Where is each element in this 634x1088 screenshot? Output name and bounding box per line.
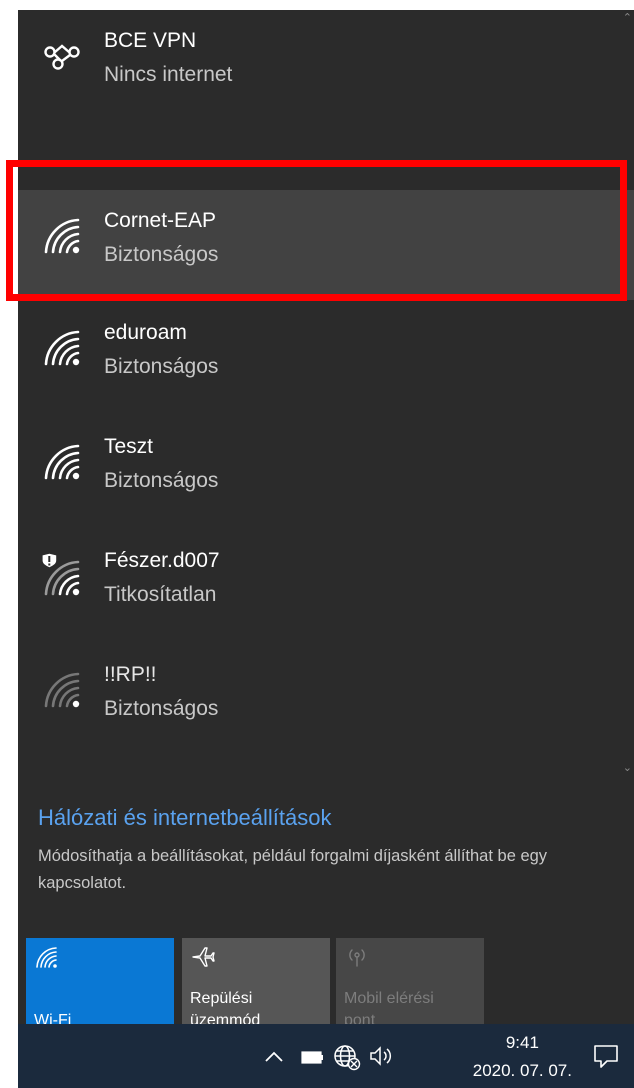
- globe-network-icon[interactable]: [332, 1042, 362, 1072]
- wifi-icon: [44, 330, 80, 366]
- network-item-eduroam[interactable]: eduroam Biztonságos: [18, 302, 634, 412]
- network-settings-link[interactable]: Hálózati és internetbeállítások: [38, 804, 332, 832]
- action-center-icon[interactable]: [592, 1042, 620, 1070]
- taskbar: 9:41 2020. 07. 07.: [18, 1024, 634, 1088]
- network-name: Fészer.d007: [104, 549, 220, 572]
- network-item-feszer[interactable]: Fészer.d007 Titkosítatlan: [18, 530, 634, 640]
- network-name: !!RP!!: [104, 663, 157, 686]
- volume-icon[interactable]: [368, 1044, 396, 1068]
- chevron-up-icon[interactable]: [263, 1046, 285, 1068]
- network-item-rp[interactable]: !!RP!! Biztonságos: [18, 644, 634, 754]
- battery-icon[interactable]: [300, 1046, 326, 1068]
- wifi-toggle-tile[interactable]: Wi-Fi: [26, 938, 174, 1024]
- wifi-tile-label: Wi-Fi: [34, 1012, 72, 1024]
- airplane-label-line2: üzemmód: [190, 1012, 261, 1024]
- wifi-unsecured-icon: [42, 553, 80, 596]
- vpn-icon: [44, 44, 80, 70]
- clock-date: 2020. 07. 07.: [472, 1061, 572, 1080]
- hotspot-icon: [349, 949, 365, 967]
- hotspot-label-line2: pont: [344, 1012, 376, 1024]
- network-item-teszt[interactable]: Teszt Biztonságos: [18, 416, 634, 526]
- scroll-down-arrow-icon[interactable]: ⌄: [623, 762, 632, 774]
- wifi-weak-icon: [44, 672, 80, 708]
- network-status: Biztonságos: [104, 697, 219, 720]
- mobile-hotspot-tile[interactable]: Mobil elérési pont: [336, 938, 484, 1024]
- network-status: Titkosítatlan: [104, 583, 217, 606]
- network-settings-description: Módosíthatja a beállításokat, például fo…: [38, 847, 548, 892]
- network-status: Biztonságos: [104, 355, 219, 378]
- screenshot-page: BCE VPN Nincs internet Cornet-EAP Bizton…: [0, 0, 634, 1088]
- network-name: Teszt: [104, 435, 154, 458]
- network-list: BCE VPN Nincs internet Cornet-EAP Bizton…: [18, 10, 634, 780]
- network-flyout: BCE VPN Nincs internet Cornet-EAP Bizton…: [18, 10, 634, 1024]
- network-item-bce-vpn[interactable]: BCE VPN Nincs internet: [18, 10, 634, 120]
- taskbar-clock[interactable]: 9:41 2020. 07. 07.: [473, 1032, 572, 1082]
- hotspot-tile-label: Mobil elérési pont: [344, 988, 434, 1024]
- airplane-mode-tile[interactable]: Repülési üzemmód: [182, 938, 330, 1024]
- airplane-tile-label: Repülési üzemmód: [190, 988, 260, 1024]
- scroll-up-arrow-icon[interactable]: ⌃: [623, 12, 632, 24]
- wifi-icon: [36, 947, 57, 968]
- network-status: Biztonságos: [104, 469, 219, 492]
- network-name: BCE VPN: [104, 29, 197, 52]
- airplane-icon: [192, 947, 215, 967]
- clock-time: 9:41: [505, 1033, 539, 1052]
- network-name: eduroam: [104, 321, 187, 344]
- hotspot-label-line1: Mobil elérési: [344, 990, 434, 1007]
- wifi-icon: [44, 218, 80, 254]
- airplane-label-line1: Repülési: [190, 990, 253, 1007]
- network-item-cornet-eap[interactable]: Cornet-EAP Biztonságos: [18, 190, 634, 300]
- network-status: Biztonságos: [104, 243, 219, 266]
- network-status: Nincs internet: [104, 63, 233, 86]
- network-name: Cornet-EAP: [104, 209, 217, 232]
- wifi-icon: [44, 444, 80, 480]
